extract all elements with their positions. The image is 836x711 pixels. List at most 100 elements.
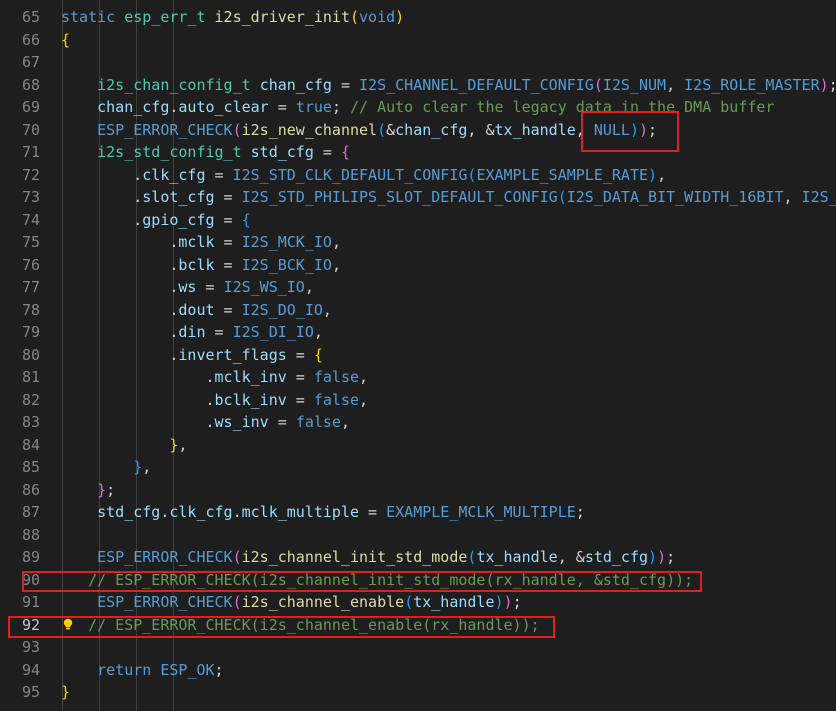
code-token: . <box>61 188 143 206</box>
code-text: .ws_inv = false, <box>61 411 350 434</box>
code-token: , & <box>467 120 495 139</box>
code-line[interactable]: 95} <box>0 681 836 704</box>
code-token: ESP_ERROR_CHECK <box>97 120 233 139</box>
code-token: . <box>232 503 242 521</box>
code-token: , <box>340 413 350 431</box>
code-token: ws <box>178 278 197 296</box>
code-token: invert_flags <box>178 345 287 364</box>
code-text: .din = I2S_DI_IO, <box>61 321 323 344</box>
code-token: = <box>286 390 314 409</box>
code-token: = <box>214 255 242 274</box>
code-editor[interactable]: 65 static esp_err_t i2s_driver_init(void)… <box>0 0 836 711</box>
code-line[interactable]: 69 chan_cfg.auto_clear = true; // Auto c… <box>0 96 836 119</box>
code-text: }, <box>61 434 187 457</box>
line-number: 77 <box>21 278 40 296</box>
code-line[interactable]: 91 ESP_ERROR_CHECK(i2s_channel_enable(tx… <box>0 591 836 614</box>
code-token: mclk <box>178 233 215 251</box>
code-token: . <box>61 278 179 296</box>
code-line[interactable]: 78 .dout = I2S_DO_IO, <box>0 299 836 322</box>
code-token: { <box>241 210 251 229</box>
code-token: ESP_OK <box>160 660 215 679</box>
code-token: ; <box>575 503 585 521</box>
code-token: , <box>783 188 802 206</box>
code-token: I2S_STD_PHILIPS_SLOT_DEFAULT_CONFIG <box>241 188 558 206</box>
code-line[interactable]: 93 <box>0 636 836 659</box>
code-line[interactable]: 75 .mclk = I2S_MCK_IO, <box>0 231 836 254</box>
code-line[interactable]: 72 .clk_cfg = I2S_STD_CLK_DEFAULT_CONFIG… <box>0 164 836 187</box>
code-text: .invert_flags = { <box>61 344 323 367</box>
code-text: ESP_ERROR_CHECK(i2s_channel_enable(tx_ha… <box>61 591 521 614</box>
code-token: . <box>61 300 179 319</box>
code-token: mclk_inv <box>214 368 287 386</box>
line-number: 82 <box>21 390 40 409</box>
code-line[interactable]: 85 }, <box>0 456 836 479</box>
code-line[interactable]: 84 }, <box>0 434 836 457</box>
code-text: static esp_err_t i2s_driver_init(void) <box>61 6 404 29</box>
code-line[interactable]: 87 std_cfg.clk_cfg.mclk_multiple = EXAMP… <box>0 501 836 524</box>
code-token: std_cfg <box>250 143 314 161</box>
code-line[interactable]: 76 .bclk = I2S_BCK_IO, <box>0 254 836 277</box>
code-text: }; <box>61 479 115 502</box>
line-number: 83 <box>21 413 40 431</box>
code-line[interactable]: 71 i2s_std_config_t std_cfg = { <box>0 141 836 164</box>
code-token: = <box>214 210 242 229</box>
code-line[interactable]: 88 <box>0 524 836 547</box>
code-token: ; <box>331 98 350 116</box>
code-token: EXAMPLE_MCLK_MULTIPLE <box>386 503 576 521</box>
code-text: .mclk = I2S_MCK_IO, <box>61 231 341 254</box>
code-line[interactable]: 81 .mclk_inv = false, <box>0 366 836 389</box>
code-token: I2S_CHANNEL_DEFAULT_CONFIG <box>359 75 594 94</box>
code-token: { <box>313 345 323 364</box>
code-token: ; <box>214 660 224 679</box>
code-line[interactable]: 82 .bclk_inv = false, <box>0 389 836 412</box>
code-line[interactable]: 86 }; <box>0 479 836 502</box>
code-token: esp_err_t <box>124 8 215 26</box>
code-text: { <box>61 29 70 52</box>
code-line[interactable]: 68 i2s_chan_config_t chan_cfg = I2S_CHAN… <box>0 74 836 97</box>
code-token: chan_cfg <box>395 120 468 139</box>
code-line[interactable]: 66 { <box>0 29 836 52</box>
code-text: .ws = I2S_WS_IO, <box>61 276 314 299</box>
code-line[interactable]: 89 ESP_ERROR_CHECK(i2s_channel_init_std_… <box>0 546 836 569</box>
code-line[interactable]: 83 .ws_inv = false, <box>0 411 836 434</box>
code-line[interactable]: 77 .ws = I2S_WS_IO, <box>0 276 836 299</box>
code-token: , <box>657 165 667 184</box>
code-token: I2S_NUM <box>602 75 667 94</box>
code-token: ) <box>503 593 513 611</box>
code-token: . <box>61 323 179 341</box>
code-token: , <box>142 458 152 476</box>
code-line[interactable]: 74 .gpio_cfg = { <box>0 209 836 232</box>
code-line[interactable]: 70 ESP_ERROR_CHECK(i2s_new_channel(&chan… <box>0 119 836 142</box>
code-token: I2S_DI_IO <box>232 323 314 341</box>
code-token: I2S_ <box>801 188 836 206</box>
code-line[interactable]: 79 .din = I2S_DI_IO, <box>0 321 836 344</box>
code-token: = <box>268 98 296 116</box>
line-number: 79 <box>21 323 40 341</box>
code-token: = <box>286 345 314 364</box>
code-token: } <box>97 480 107 499</box>
line-number: 72 <box>21 165 40 184</box>
code-token: i2s_driver_init <box>214 8 350 26</box>
code-token: = <box>359 503 387 521</box>
code-line[interactable]: 80 .invert_flags = { <box>0 344 836 367</box>
code-text: return ESP_OK; <box>61 659 224 682</box>
code-line[interactable]: 94 return ESP_OK; <box>0 659 836 682</box>
code-line[interactable]: 67 <box>0 51 836 74</box>
code-token: , <box>313 323 323 341</box>
code-text: ESP_ERROR_CHECK(i2s_new_channel(&chan_cf… <box>61 119 657 142</box>
code-token: ) <box>657 548 667 566</box>
code-token: I2S_DO_IO <box>241 300 323 319</box>
lightbulb-icon[interactable] <box>62 618 74 630</box>
code-token: = <box>286 368 314 386</box>
code-line[interactable]: 73 .slot_cfg = I2S_STD_PHILIPS_SLOT_DEFA… <box>0 186 836 209</box>
code-token: I2S_BCK_IO <box>241 255 332 274</box>
code-token: = <box>268 413 296 431</box>
code-line[interactable]: 65 static esp_err_t i2s_driver_init(void) <box>0 6 836 29</box>
code-token: ( <box>404 593 414 611</box>
